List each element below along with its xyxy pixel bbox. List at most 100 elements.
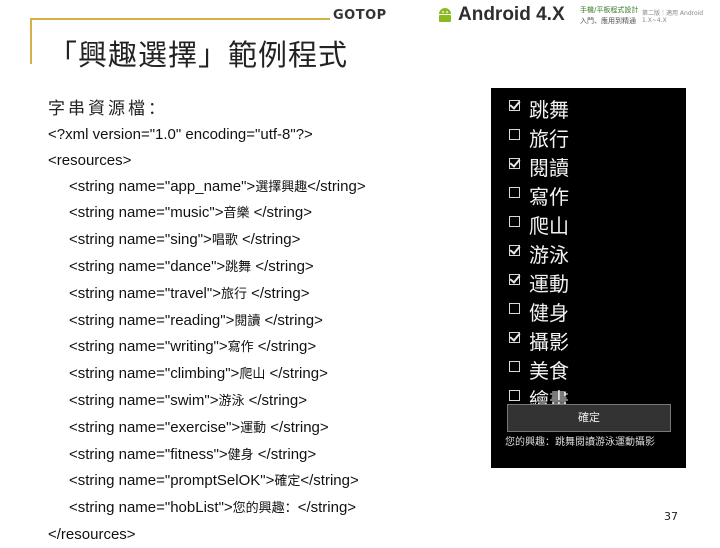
checkbox-checked-icon[interactable] bbox=[509, 100, 520, 111]
brand-tagline-top: 手機/平板程式設計 bbox=[580, 6, 639, 14]
code-open-tag: <string name="hobList"> bbox=[69, 499, 233, 517]
checkbox-row[interactable]: 美食 bbox=[491, 353, 686, 383]
code-open-tag: <string name="sing"> bbox=[69, 231, 212, 249]
brand-android: Android bbox=[458, 4, 531, 25]
code-string-value: 音樂 bbox=[223, 206, 254, 222]
code-string-line: <string name="travel">旅行 </string> bbox=[48, 281, 366, 308]
checkbox-row[interactable]: 跳舞 bbox=[491, 92, 686, 122]
code-close-tag: </string> bbox=[253, 204, 312, 222]
code-close-tag: </string> bbox=[257, 338, 317, 356]
code-string-lines: <string name="app_name">選擇興趣</string> <st… bbox=[48, 174, 366, 522]
checkbox-unchecked-icon[interactable] bbox=[509, 187, 520, 198]
code-string-value: 爬山 bbox=[239, 367, 270, 383]
checkbox-unchecked-icon[interactable] bbox=[509, 303, 520, 314]
code-open-tag: <string name="exercise"> bbox=[69, 418, 241, 436]
checkbox-unchecked-icon[interactable] bbox=[509, 216, 520, 227]
code-string-line: <string name="exercise">運動 </string> bbox=[48, 415, 366, 442]
checkbox-row[interactable]: 游泳 bbox=[491, 237, 686, 267]
code-string-line: <string name="dance">跳舞 </string> bbox=[48, 254, 366, 281]
code-xml-declaration: <?xml version="1.0" encoding="utf-8"?> bbox=[48, 126, 313, 143]
checkbox-label: 游泳 bbox=[529, 243, 569, 267]
code-close-tag: </string> bbox=[248, 391, 307, 409]
checkbox-checked-icon[interactable] bbox=[509, 332, 520, 343]
code-string-value: 游泳 bbox=[218, 393, 249, 409]
code-resources-open: <resources> bbox=[48, 151, 132, 169]
checkbox-label: 爬山 bbox=[529, 214, 569, 238]
code-string-value: 確定 bbox=[274, 474, 301, 490]
code-listing: <?xml version="1.0" encoding="utf-8"?> <… bbox=[48, 122, 366, 548]
code-string-line: <string name="fitness">健身 </string> bbox=[48, 442, 366, 469]
checkbox-checked-icon[interactable] bbox=[509, 274, 520, 285]
code-string-value: 跳舞 bbox=[225, 259, 256, 275]
checkbox-unchecked-icon[interactable] bbox=[509, 361, 520, 372]
code-open-tag: <string name="fitness"> bbox=[69, 445, 228, 463]
checkbox-row[interactable]: 爬山 bbox=[491, 208, 686, 238]
code-close-tag: </string> bbox=[270, 418, 329, 436]
code-open-tag: <string name="music"> bbox=[69, 204, 224, 222]
code-close-tag: </string> bbox=[300, 472, 359, 490]
code-open-tag: <string name="app_name"> bbox=[69, 177, 256, 195]
checkbox-label: 旅行 bbox=[529, 127, 569, 151]
selected-hobbies-text: 您的興趣：跳舞閱讀游泳運動攝影 bbox=[505, 437, 655, 448]
checkbox-label: 閱讀 bbox=[529, 156, 569, 180]
checkbox-row[interactable]: 閱讀 bbox=[491, 150, 686, 180]
slide-title: 「興趣選擇」範例程式 bbox=[48, 38, 349, 72]
header-accent-line bbox=[30, 18, 330, 20]
code-string-value: 選擇興趣 bbox=[255, 179, 308, 195]
code-close-tag: </string> bbox=[241, 231, 301, 249]
brand-version: 4.X bbox=[536, 4, 565, 25]
code-open-tag: <string name="writing"> bbox=[69, 338, 228, 356]
code-close-tag: </string> bbox=[307, 177, 366, 195]
checkbox-unchecked-icon[interactable] bbox=[509, 129, 520, 140]
code-string-line: <string name="hobList">您的興趣：</string> bbox=[48, 495, 366, 522]
brand-name: Android 4.X bbox=[458, 4, 565, 26]
brand-tagline-bottom: 入門、應用到精通 bbox=[580, 17, 636, 25]
code-open-tag: <string name="climbing"> bbox=[69, 365, 240, 383]
code-open-tag: <string name="promptSelOK"> bbox=[69, 472, 275, 490]
code-close-tag: </string> bbox=[255, 257, 314, 275]
android-robot-icon bbox=[439, 8, 451, 22]
code-close-tag: </string> bbox=[264, 311, 323, 329]
code-string-line: <string name="app_name">選擇興趣</string> bbox=[48, 174, 366, 201]
code-string-line: <string name="sing">唱歌 </string> bbox=[48, 227, 366, 254]
checkbox-checked-icon[interactable] bbox=[509, 245, 520, 256]
checkbox-row[interactable]: 健身 bbox=[491, 295, 686, 325]
code-open-tag: <string name="dance"> bbox=[69, 257, 226, 275]
checkbox-label: 美食 bbox=[529, 359, 569, 383]
checkbox-unchecked-icon[interactable] bbox=[509, 390, 520, 401]
code-open-tag: <string name="travel"> bbox=[69, 284, 221, 302]
code-string-value: 寫作 bbox=[227, 340, 258, 356]
page-number: 37 bbox=[664, 510, 678, 523]
code-close-tag: </string> bbox=[297, 499, 357, 517]
brand-edition: 第二版｜適用 Android 1.X~4.X bbox=[642, 10, 704, 24]
book-brand: Android 4.X 手機/平板程式設計 入門、應用到精通 第二版｜適用 An… bbox=[436, 4, 716, 26]
checkbox-row[interactable]: 攝影 bbox=[491, 324, 686, 354]
code-open-tag: <string name="reading"> bbox=[69, 311, 235, 329]
code-resources-close: </resources> bbox=[48, 525, 136, 543]
checkbox-label: 跳舞 bbox=[529, 98, 569, 122]
checkbox-row[interactable]: 運動 bbox=[491, 266, 686, 296]
code-close-tag: </string> bbox=[251, 284, 310, 302]
code-string-line: <string name="promptSelOK">確定</string> bbox=[48, 468, 366, 495]
code-string-value: 旅行 bbox=[220, 286, 252, 302]
code-string-line: <string name="climbing">爬山 </string> bbox=[48, 361, 366, 388]
checkbox-label: 攝影 bbox=[529, 330, 569, 354]
code-string-value: 運動 bbox=[240, 420, 271, 436]
code-string-value: 閱讀 bbox=[234, 313, 265, 329]
code-close-tag: </string> bbox=[257, 445, 317, 463]
checkbox-row[interactable]: 旅行 bbox=[491, 121, 686, 151]
code-string-line: <string name="writing">寫作 </string> bbox=[48, 334, 366, 361]
checkbox-checked-icon[interactable] bbox=[509, 158, 520, 169]
checkbox-label: 運動 bbox=[529, 272, 569, 296]
code-string-line: <string name="swim">游泳 </string> bbox=[48, 388, 366, 415]
checkbox-label: 寫作 bbox=[529, 185, 569, 209]
code-string-line: <string name="music">音樂 </string> bbox=[48, 200, 366, 227]
ok-button[interactable]: 確定 bbox=[507, 404, 671, 432]
code-string-value: 您的興趣： bbox=[232, 501, 298, 517]
slide-subtitle: 字串資源檔： bbox=[48, 99, 168, 119]
checkbox-label: 健身 bbox=[529, 301, 569, 325]
code-close-tag: </string> bbox=[269, 365, 328, 383]
checkbox-row[interactable]: 寫作 bbox=[491, 179, 686, 209]
gotop-logo: GOTOP bbox=[333, 8, 387, 23]
code-string-line: <string name="reading">閱讀 </string> bbox=[48, 308, 366, 335]
